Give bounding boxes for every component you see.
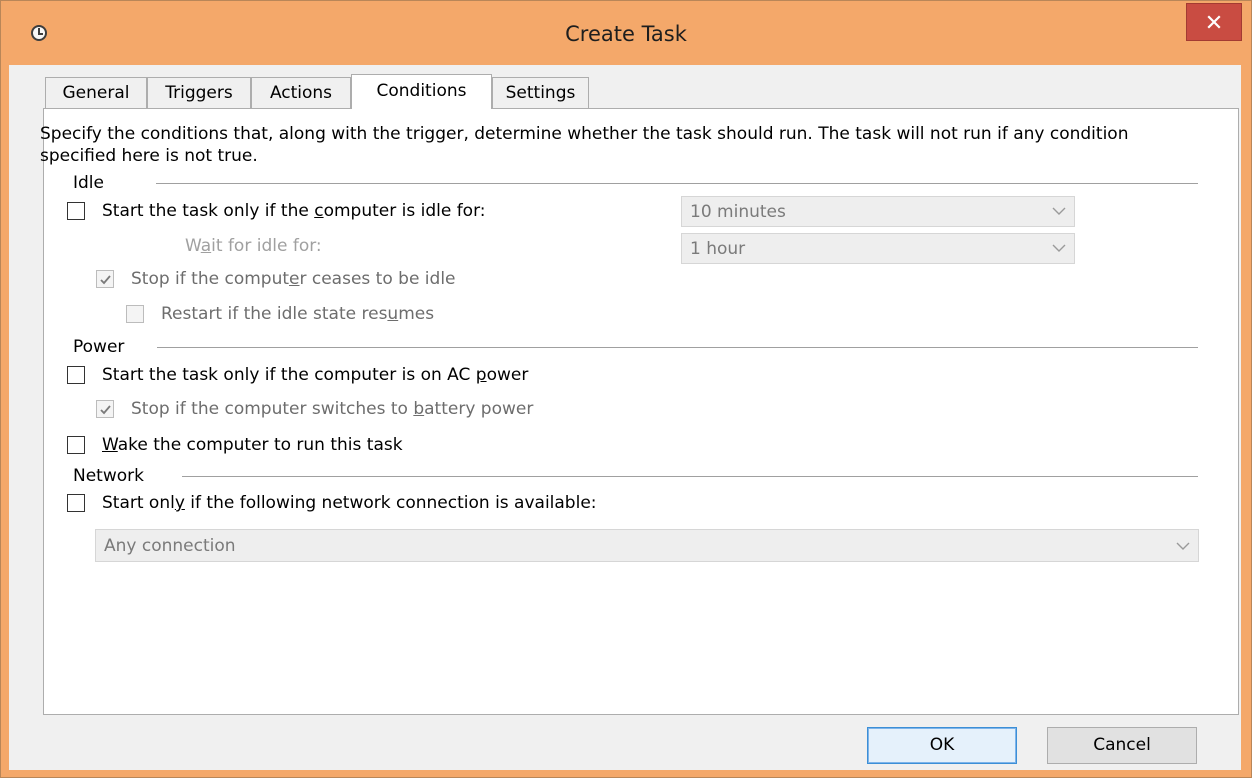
start-if-network-label: Start only if the following network conn… (102, 493, 597, 513)
dialog-client: General Triggers Actions Conditions Sett… (9, 65, 1241, 770)
start-if-network-row[interactable]: Start only if the following network conn… (67, 493, 597, 513)
wait-for-idle-row: Wait for idle for: (185, 236, 322, 256)
stop-on-battery-label: Stop if the computer switches to battery… (131, 399, 534, 419)
start-if-idle-row[interactable]: Start the task only if the computer is i… (67, 201, 486, 221)
wake-computer-row[interactable]: Wake the computer to run this task (67, 435, 403, 455)
start-if-network-checkbox[interactable] (67, 494, 85, 512)
wake-computer-label: Wake the computer to run this task (102, 435, 403, 455)
close-button[interactable] (1186, 3, 1242, 41)
checkmark-icon (99, 404, 111, 414)
tab-actions[interactable]: Actions (251, 77, 351, 108)
stop-if-ceases-checkbox[interactable] (96, 270, 114, 288)
wait-duration-value: 1 hour (690, 239, 746, 259)
create-task-window: Create Task General Triggers Actions Con… (0, 0, 1252, 778)
tab-conditions[interactable]: Conditions (351, 74, 492, 109)
restart-if-resumes-label: Restart if the idle state resumes (161, 304, 435, 324)
tab-settings[interactable]: Settings (492, 77, 589, 108)
start-on-ac-row[interactable]: Start the task only if the computer is o… (67, 365, 528, 385)
ok-button[interactable]: OK (867, 727, 1017, 764)
cancel-button[interactable]: Cancel (1047, 727, 1197, 764)
tab-triggers[interactable]: Triggers (147, 77, 251, 108)
network-connection-dropdown[interactable]: Any connection (95, 529, 1199, 562)
wake-computer-checkbox[interactable] (67, 436, 85, 454)
close-icon (1207, 15, 1221, 29)
power-divider (157, 347, 1198, 348)
checkmark-icon (99, 274, 111, 284)
conditions-description: Specify the conditions that, along with … (40, 124, 1129, 166)
stop-on-battery-row[interactable]: Stop if the computer switches to battery… (96, 399, 533, 419)
wait-for-idle-label: Wait for idle for: (185, 236, 322, 256)
stop-on-battery-checkbox[interactable] (96, 400, 114, 418)
idle-group-title: Idle (73, 173, 104, 193)
stop-if-ceases-row[interactable]: Stop if the computer ceases to be idle (96, 269, 456, 289)
network-group-title: Network (73, 466, 144, 486)
window-title: Create Task (565, 22, 687, 46)
title-bar[interactable]: Create Task (1, 1, 1251, 65)
network-divider (182, 476, 1198, 477)
idle-duration-value: 10 minutes (690, 202, 786, 222)
idle-divider (156, 183, 1198, 184)
tab-general[interactable]: General (45, 77, 147, 108)
chevron-down-icon (1176, 542, 1190, 550)
start-if-idle-checkbox[interactable] (67, 202, 85, 220)
stop-if-ceases-label: Stop if the computer ceases to be idle (131, 269, 456, 289)
start-on-ac-checkbox[interactable] (67, 366, 85, 384)
network-connection-value: Any connection (104, 536, 236, 556)
idle-duration-dropdown[interactable]: 10 minutes (681, 196, 1075, 227)
chevron-down-icon (1052, 207, 1066, 215)
start-if-idle-label: Start the task only if the computer is i… (102, 201, 486, 221)
power-group-title: Power (73, 337, 125, 357)
restart-if-resumes-checkbox[interactable] (126, 305, 144, 323)
restart-if-resumes-row[interactable]: Restart if the idle state resumes (126, 304, 434, 324)
chevron-down-icon (1052, 244, 1066, 252)
start-on-ac-label: Start the task only if the computer is o… (102, 365, 529, 385)
wait-duration-dropdown[interactable]: 1 hour (681, 233, 1075, 264)
